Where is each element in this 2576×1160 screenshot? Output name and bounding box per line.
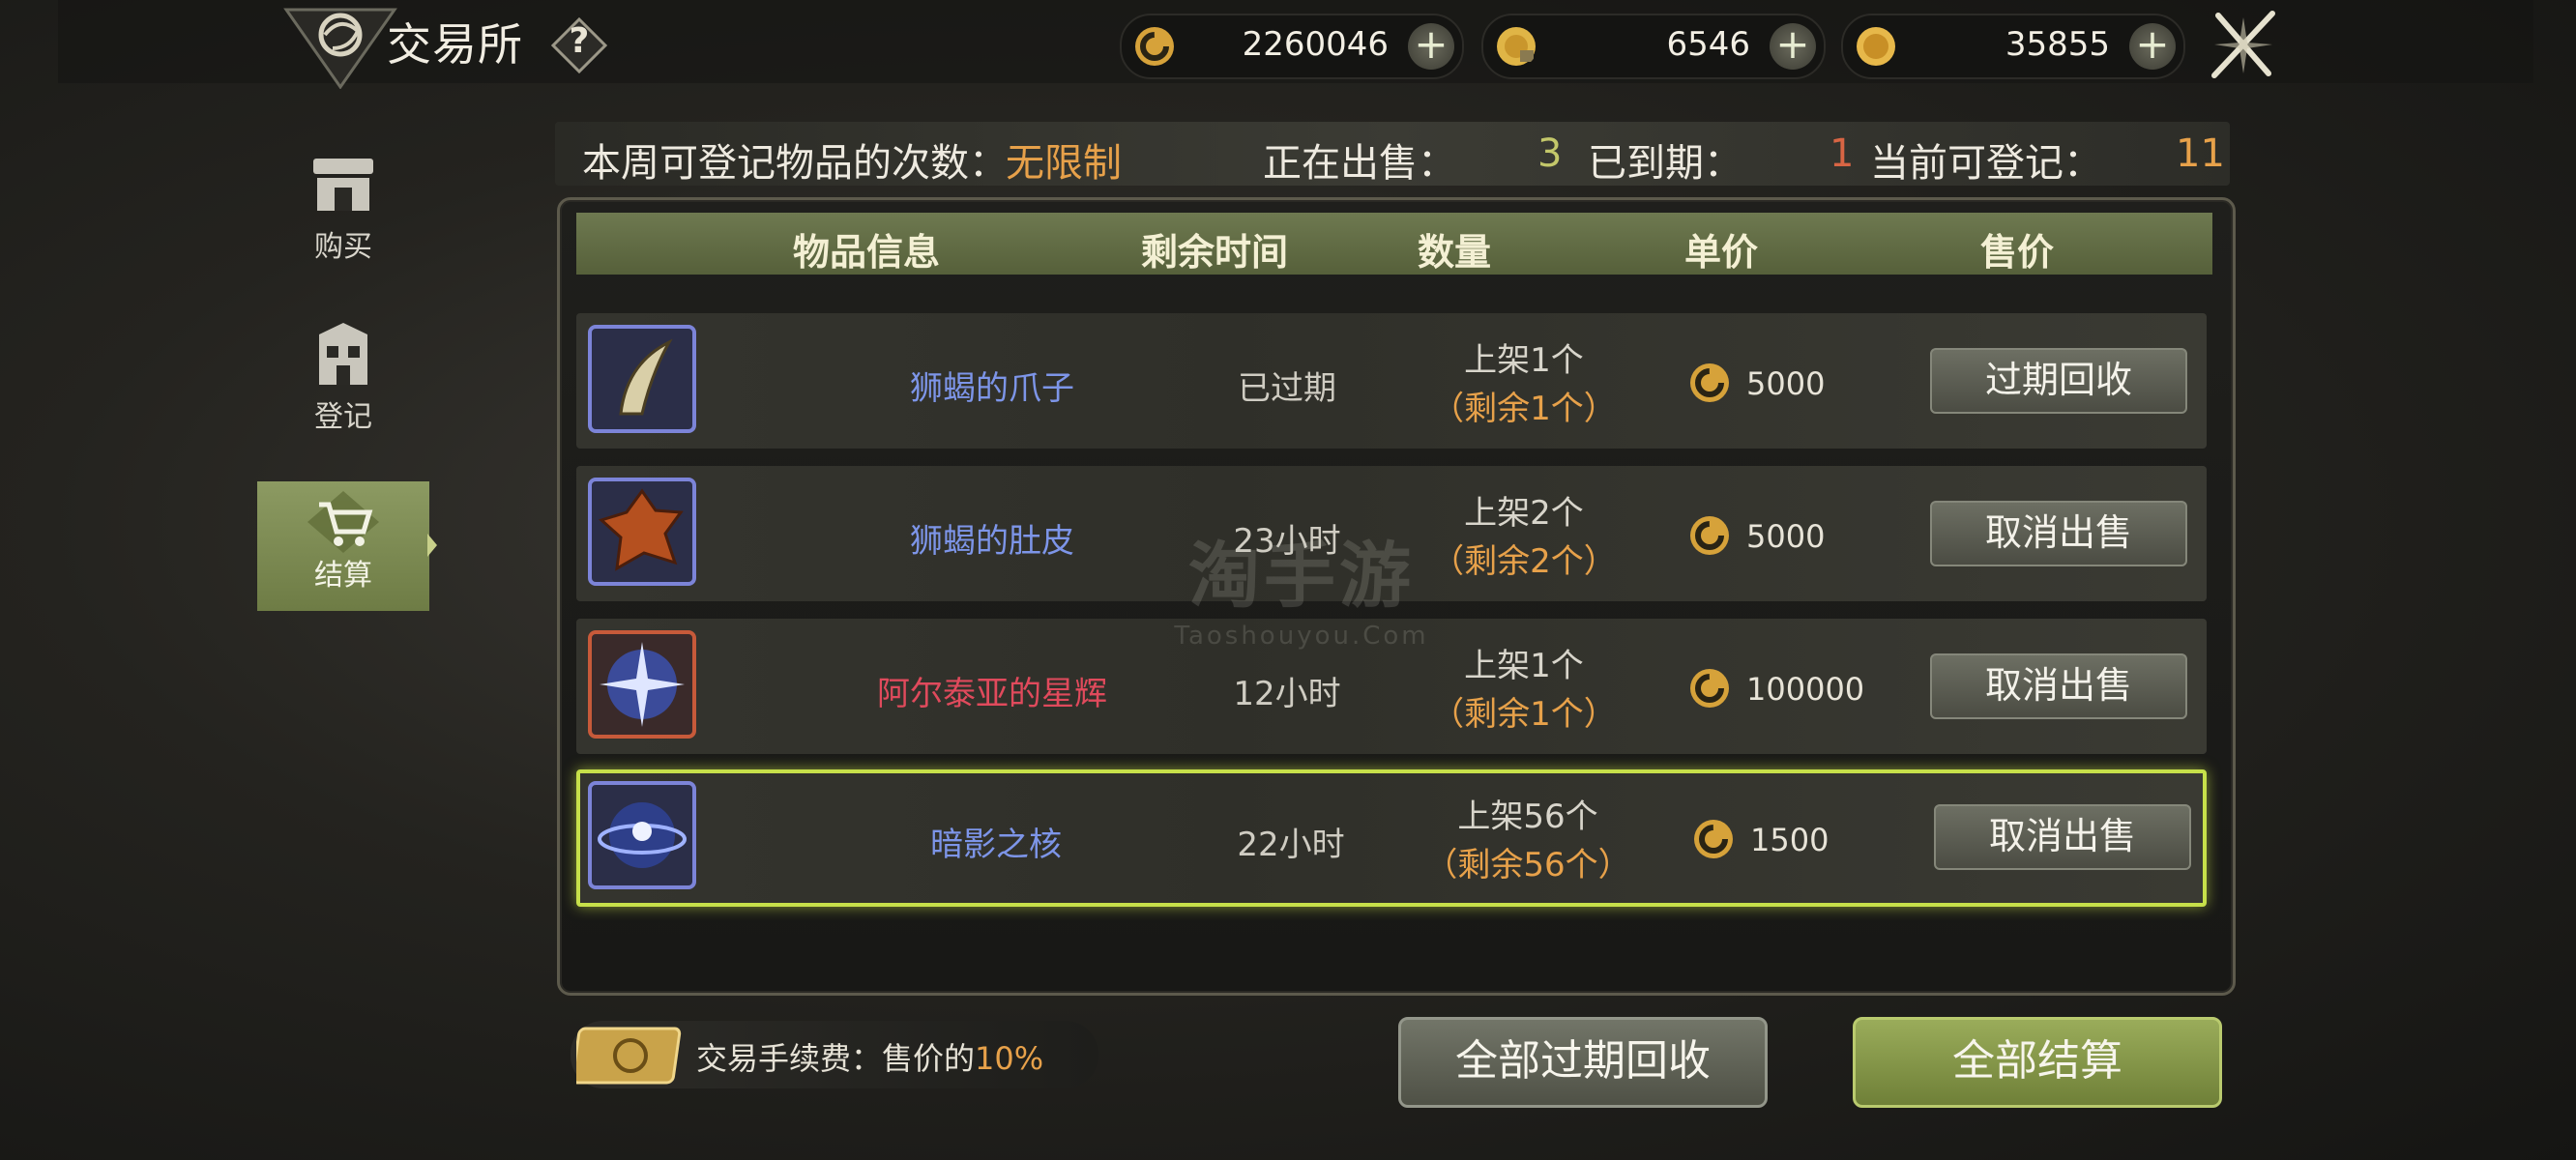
table-header: 物品信息 剩余时间 数量 单价 售价 — [576, 213, 2212, 275]
currency-value: 2260046 — [1242, 25, 1389, 64]
quantity-cell: 上架1个 （剩余1个） — [1350, 336, 1698, 433]
starlight-item-icon — [588, 630, 696, 739]
fee-value: 10% — [975, 1040, 1044, 1077]
quantity-cell: 上架1个 （剩余1个） — [1350, 642, 1698, 739]
remaining-count: （剩余1个） — [1431, 390, 1617, 428]
unit-price: 5000 — [1746, 365, 1826, 402]
cancel-sale-button[interactable]: 取消出售 — [1934, 804, 2191, 870]
column-header: 售价 — [1979, 231, 2054, 274]
sidebar-item-buy[interactable]: 购买 — [257, 153, 429, 282]
weekly-limit-label: 本周可登记物品的次数： — [582, 141, 1008, 186]
close-icon[interactable] — [2205, 8, 2282, 81]
fee-label: 交易手续费：售价的 — [696, 1040, 976, 1077]
table-row[interactable]: 狮蝎的爪子 已过期 上架1个 （剩余1个） 5000 过期回收 — [576, 313, 2207, 449]
sidebar-item-label: 登记 — [314, 400, 372, 434]
expired-label: 已到期： — [1588, 141, 1742, 186]
shadow-core-item-icon — [588, 781, 696, 889]
unit-price: 100000 — [1746, 671, 1865, 708]
watermark-sub: Taoshouyou.Com — [1174, 622, 1429, 651]
locked-gold-coin-icon — [1497, 27, 1536, 66]
add-locked-gold-button[interactable]: + — [1770, 23, 1816, 70]
claw-item-icon — [588, 325, 696, 433]
selling-value: 3 — [1537, 131, 1563, 176]
sidebar-item-register[interactable]: 登记 — [257, 323, 429, 452]
help-label: ? — [569, 21, 590, 61]
quantity-cell: 上架56个 （剩余56个） — [1354, 793, 1702, 889]
listed-count: 上架1个 — [1464, 341, 1584, 380]
column-header: 物品信息 — [792, 231, 940, 274]
weekly-limit-value: 无限制 — [1006, 141, 1122, 186]
cancel-sale-button[interactable]: 取消出售 — [1930, 653, 2187, 719]
add-gold-button[interactable]: + — [2129, 23, 2176, 70]
reclaim-expired-button[interactable]: 过期回收 — [1930, 348, 2187, 414]
reclaim-all-expired-button[interactable]: 全部过期回收 — [1398, 1017, 1768, 1108]
remaining-count: （剩余1个） — [1431, 695, 1617, 734]
silver-coin-icon — [1690, 363, 1729, 402]
listed-count: 上架56个 — [1457, 798, 1598, 836]
unit-price: 5000 — [1746, 518, 1826, 555]
listing-info-strip: 本周可登记物品的次数： 无限制 正在出售： 3 已到期： 1 当前可登记： 11 — [555, 122, 2230, 186]
sidebar-item-label: 结算 — [314, 559, 372, 593]
hide-item-icon — [588, 478, 696, 586]
cancel-sale-button[interactable]: 取消出售 — [1930, 501, 2187, 566]
silver-coin-icon — [1690, 669, 1729, 708]
sidebar-item-settle[interactable]: 结算 — [257, 481, 429, 611]
help-button[interactable]: ? — [550, 16, 608, 74]
silver-coin-icon — [1694, 820, 1733, 858]
fee-info: 交易手续费：售价的10% — [571, 1021, 1098, 1088]
column-header: 数量 — [1417, 231, 1491, 274]
available-label: 当前可登记： — [1870, 141, 2102, 186]
currency-value: 35855 — [2005, 25, 2110, 64]
currency-gold: 35855 + — [1841, 14, 2185, 79]
active-pointer — [427, 534, 437, 557]
trade-ticket-icon — [576, 1027, 682, 1085]
sidebar-item-label: 购买 — [314, 230, 372, 264]
register-icon — [319, 323, 367, 385]
watermark: 淘手游 Taoshouyou.Com — [1156, 518, 1447, 651]
column-header: 单价 — [1683, 231, 1758, 274]
fee-text: 交易手续费：售价的10% — [696, 1034, 1043, 1079]
currency-locked-gold: 6546 + — [1481, 14, 1826, 79]
shop-icon — [313, 159, 373, 211]
selling-label: 正在出售： — [1263, 141, 1456, 186]
currency-value: 6546 — [1666, 25, 1750, 64]
gold-coin-icon — [1857, 27, 1895, 66]
watermark-main: 淘手游 — [1188, 535, 1415, 618]
page-title: 交易所 — [387, 18, 523, 71]
remaining-count: （剩余56个） — [1424, 846, 1631, 884]
silver-coin-icon — [1690, 516, 1729, 555]
available-value: 11 — [2176, 131, 2225, 176]
dragon-logo-icon — [283, 8, 397, 89]
silver-coin-icon — [1135, 27, 1174, 66]
table-row-selected[interactable]: 暗影之核 22小时 上架56个 （剩余56个） 1500 取消出售 — [576, 769, 2207, 907]
unit-price: 1500 — [1750, 822, 1830, 858]
add-silver-button[interactable]: + — [1408, 23, 1454, 70]
currency-silver: 2260046 + — [1120, 14, 1464, 79]
settle-all-button[interactable]: 全部结算 — [1853, 1017, 2222, 1108]
expired-value: 1 — [1830, 131, 1855, 176]
cart-icon — [307, 491, 379, 553]
